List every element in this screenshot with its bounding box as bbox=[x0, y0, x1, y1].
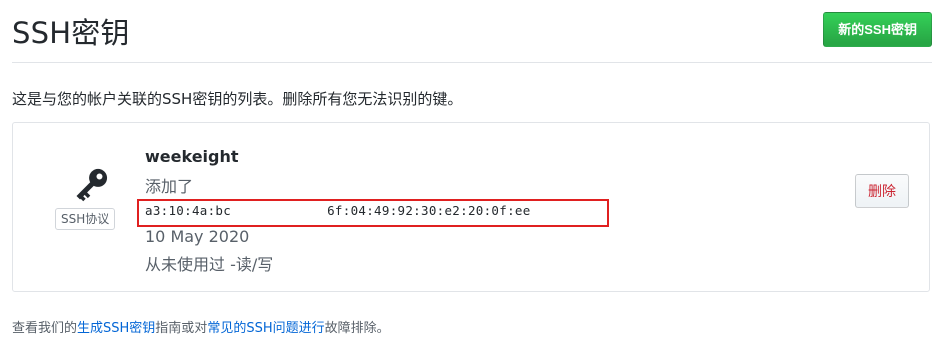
key-usage-status: 从未使用过 -读/写 bbox=[145, 255, 274, 274]
generate-ssh-key-link[interactable]: 生成SSH密钥 bbox=[77, 321, 155, 336]
ssh-key-item: SSH协议 weekeight 添加了 a3:10:4a:bc 6f:04:49:… bbox=[12, 122, 930, 292]
delete-key-button[interactable]: 删除 bbox=[855, 174, 909, 208]
ssh-troubleshooting-link[interactable]: 常见的SSH问题进行 bbox=[207, 321, 324, 336]
new-ssh-key-button[interactable]: 新的SSH密钥 bbox=[823, 12, 932, 47]
page-header: SSH密钥 新的SSH密钥 bbox=[12, 0, 932, 63]
page-title: SSH密钥 bbox=[12, 16, 130, 50]
keys-description: 这是与您的帐户关联的SSH密钥的列表。删除所有您无法识别的键。 bbox=[12, 90, 463, 108]
ssh-keys-page: SSH密钥 新的SSH密钥 这是与您的帐户关联的SSH密钥的列表。删除所有您无法… bbox=[0, 0, 950, 350]
added-date: 10 May 2020 bbox=[145, 227, 250, 246]
added-label: 添加了 bbox=[145, 177, 194, 196]
footer-text-after: 故障排除。 bbox=[324, 321, 390, 336]
key-icon bbox=[76, 168, 108, 202]
highlight-annotation bbox=[137, 199, 609, 227]
footer-text-before: 查看我们的 bbox=[12, 321, 78, 336]
protocol-badge: SSH协议 bbox=[55, 208, 116, 230]
footer-text-middle: 指南或对 bbox=[155, 321, 208, 336]
footer-note: 查看我们的生成SSH密钥指南或对常见的SSH问题进行故障排除。 bbox=[12, 317, 390, 336]
key-title: weekeight bbox=[145, 147, 239, 166]
